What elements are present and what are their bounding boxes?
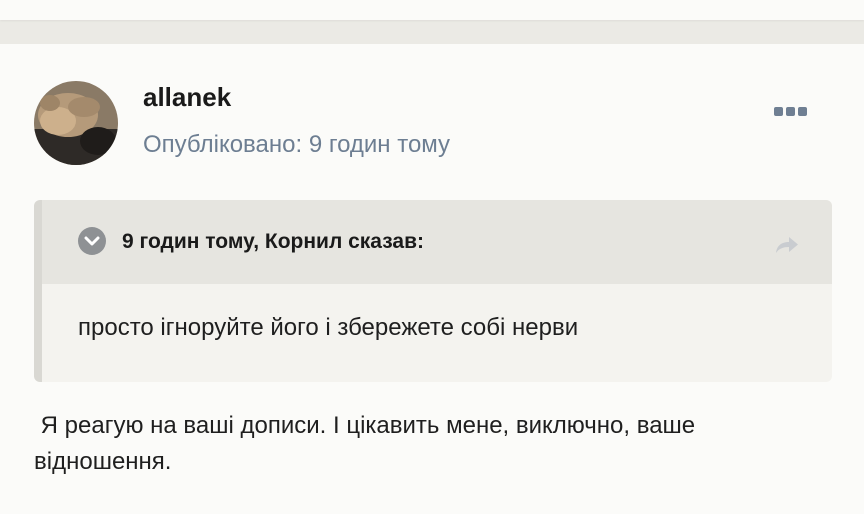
forum-post: allanek Опубліковано: 9 годин тому 9 год… bbox=[0, 44, 864, 514]
avatar[interactable] bbox=[34, 81, 118, 165]
quote-citation: 9 годин тому, Корнил сказав: bbox=[122, 230, 424, 253]
post-body: Я реагую на ваші дописи. І цікавить мене… bbox=[34, 412, 702, 475]
share-arrow-icon[interactable] bbox=[772, 233, 802, 257]
dot bbox=[773, 106, 783, 116]
chevron-down-icon[interactable] bbox=[78, 227, 106, 255]
dot bbox=[785, 106, 795, 116]
quote-block: 9 годин тому, Корнил сказав: просто ігно… bbox=[34, 200, 832, 382]
previous-post-card bbox=[0, 0, 864, 20]
author-name[interactable]: allanek bbox=[143, 82, 231, 113]
quote-header: 9 годин тому, Корнил сказав: bbox=[42, 200, 832, 284]
quote-text: просто ігноруйте його і збережете собі н… bbox=[78, 314, 579, 341]
published-time[interactable]: Опубліковано: 9 годин тому bbox=[143, 131, 450, 159]
dot bbox=[797, 106, 807, 116]
more-dots-icon[interactable] bbox=[768, 100, 812, 122]
